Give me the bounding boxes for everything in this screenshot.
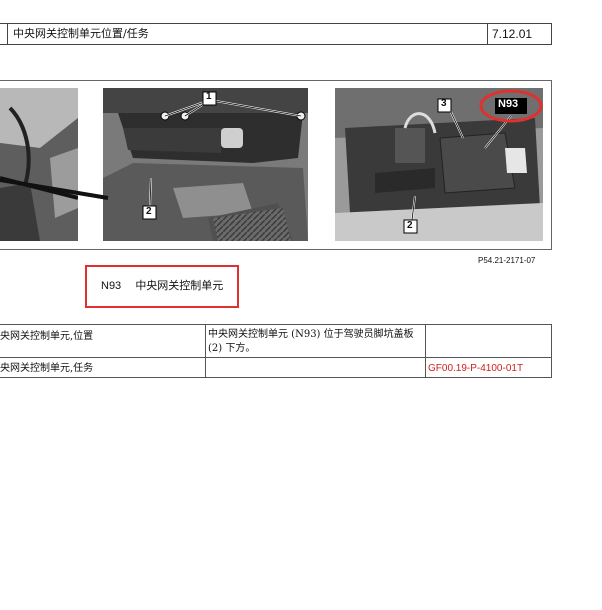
callout-n93-label: N93 (498, 98, 519, 110)
document-code: 7.12.01 (487, 24, 552, 44)
document-title: 中央网关控制单元位置/任务 (7, 24, 487, 44)
callout-2-label: 2 (146, 206, 152, 217)
legend-box: N93 中央网关控制单元 (85, 265, 239, 308)
row-2-reference-link[interactable]: GF00.19-P-4100-01T (428, 362, 523, 375)
legend-code: N93 (101, 280, 122, 292)
row-divider (0, 357, 552, 358)
col-divider-1 (205, 325, 206, 377)
callout-2b-label: 2 (407, 220, 413, 231)
photo-control-unit: 3 2 N93 (335, 88, 543, 241)
row-1-desc-line1: 中央网关控制单元 (N93) 位于驾驶员脚坑盖板 (208, 329, 414, 340)
document-header: 中央网关控制单元位置/任务 7.12.01 (0, 23, 552, 45)
row-1-name: 央网关控制单元,位置 (0, 331, 94, 342)
info-table: 央网关控制单元,位置 中央网关控制单元 (N93) 位于驾驶员脚坑盖板 (2) … (0, 324, 552, 378)
legend-label: 中央网关控制单元 (135, 279, 224, 292)
row-2-name: 央网关控制单元,任务 (0, 363, 94, 374)
callout-1-label: 1 (206, 91, 212, 102)
figure-id: P54.21-2171-07 (478, 256, 536, 265)
col-divider-3 (551, 325, 552, 377)
col-divider-2 (425, 325, 426, 377)
photo-footwell-cover: 1 2 (103, 88, 308, 241)
connector-line (0, 178, 109, 200)
callout-3-label: 3 (441, 98, 447, 109)
row-1-desc-line2: (2) 下方。 (208, 343, 256, 354)
